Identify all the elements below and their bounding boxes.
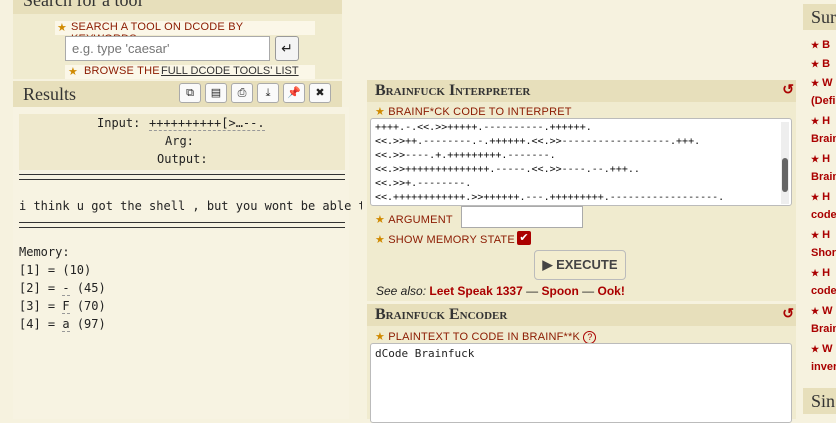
- input-value: ++++++++++[>…--.: [149, 116, 265, 131]
- sidebar-link-cont[interactable]: (Defi: [811, 95, 835, 107]
- argument-label: ★ ARGUMENT: [375, 214, 453, 226]
- right-sidebar: Sur ★ B ★ B ★ W (Defi ★ H Brain ★ H Brai…: [803, 0, 836, 419]
- sidebar-link[interactable]: ★ H: [811, 191, 830, 203]
- memory-row: [1] = (10): [19, 263, 92, 277]
- results-body: Input: ++++++++++[>…--. Arg: Output: i t…: [13, 107, 474, 419]
- sidebar-link-cont[interactable]: code: [811, 285, 836, 297]
- star-icon: ★: [375, 234, 385, 246]
- sidebar-link[interactable]: ★ H: [811, 229, 830, 241]
- enter-icon: ↵: [281, 40, 293, 56]
- copy-all-button[interactable]: ▤: [205, 83, 227, 103]
- browse-tools-line: ★ BROWSE THE FULL DCODE TOOLS' LIST: [65, 65, 315, 79]
- see-also: See also: Leet Speak 1337 — Spoon — Ook!: [376, 284, 625, 298]
- pin-icon: 📌: [287, 87, 301, 99]
- sidebar-link-cont[interactable]: code: [811, 209, 836, 221]
- encoder-title: Brainfuck Encoder: [375, 306, 508, 323]
- link-spoon[interactable]: Spoon: [541, 284, 578, 298]
- search-submit-button[interactable]: ↵: [275, 36, 299, 61]
- download-button[interactable]: ⤓: [257, 83, 279, 103]
- close-icon: ✖: [315, 87, 325, 99]
- print-icon: ⎙: [237, 87, 247, 99]
- plaintext-textarea[interactable]: dCode Brainfuck: [370, 343, 792, 423]
- code-scrollbar[interactable]: [781, 122, 789, 204]
- sidebar-link-cont[interactable]: Brain: [811, 133, 836, 145]
- plaintext-label: ★ PLAINTEXT TO CODE IN BRAINF**K ?: [375, 329, 597, 344]
- reset-icon[interactable]: ↺: [782, 81, 794, 98]
- memory-row: [4] = a (97): [19, 317, 106, 332]
- sidebar-header-2: Sin: [803, 388, 836, 414]
- search-input[interactable]: [65, 36, 270, 61]
- sidebar-link[interactable]: ★ H: [811, 267, 830, 279]
- sidebar-link-cont[interactable]: Shor: [811, 247, 836, 259]
- left-column: Search for a tool ★ SEARCH A TOOL ON DCO…: [0, 0, 474, 419]
- sidebar-link-cont[interactable]: Brain: [811, 323, 836, 335]
- link-leet-speak[interactable]: Leet Speak 1337: [429, 284, 522, 298]
- memory-state-label: ★ SHOW MEMORY STATE: [375, 234, 515, 246]
- sidebar-link[interactable]: ★ H: [811, 115, 830, 127]
- star-icon: ★: [375, 106, 385, 118]
- copy-button[interactable]: ⧉: [179, 83, 201, 103]
- memory-row: [3] = F (70): [19, 299, 106, 314]
- copy-all-icon: ▤: [210, 87, 222, 99]
- sidebar-link[interactable]: ★ W: [811, 305, 833, 317]
- search-panel: Search for a tool ★ SEARCH A TOOL ON DCO…: [13, 0, 342, 79]
- output-label: Output:: [157, 152, 208, 166]
- interpreter-title: Brainfuck Interpreter: [375, 82, 531, 99]
- interpreter-header: Brainfuck Interpreter ↺: [367, 80, 796, 102]
- sidebar-link[interactable]: ★ W: [811, 343, 833, 355]
- close-button[interactable]: ✖: [309, 83, 331, 103]
- memory-row: [2] = - (45): [19, 281, 106, 296]
- results-title: Results: [23, 84, 77, 104]
- code-label: ★ BRAINF*CK CODE TO INTERPRET: [375, 106, 572, 118]
- print-button[interactable]: ⎙: [231, 83, 253, 103]
- execute-button[interactable]: ▶ EXECUTE: [534, 250, 626, 280]
- encoder-header: Brainfuck Encoder ↺: [367, 304, 796, 326]
- copy-icon: ⧉: [186, 87, 194, 99]
- sidebar-header: Sur: [803, 4, 836, 30]
- sidebar-link[interactable]: ★ B: [811, 58, 830, 70]
- search-title: Search for a tool: [13, 0, 342, 14]
- memory-label: Memory:: [19, 245, 70, 259]
- sidebar-link[interactable]: ★ W: [811, 77, 833, 89]
- sidebar-link-cont[interactable]: Brain: [811, 171, 836, 183]
- scroll-thumb[interactable]: [782, 158, 788, 192]
- sidebar-link[interactable]: ★ B: [811, 39, 830, 51]
- search-keywords-label: ★ SEARCH A TOOL ON DCODE BY KEYWORDS:: [55, 21, 315, 45]
- argument-input[interactable]: [461, 206, 583, 228]
- sidebar-link-cont[interactable]: inver: [811, 361, 836, 373]
- interpreter-panel: Brainfuck Interpreter ↺ ★ BRAINF*CK CODE…: [367, 80, 796, 301]
- divider: [19, 222, 345, 228]
- results-header: Results ⧉ ▤ ⎙ ⤓ 📌 ✖: [13, 81, 342, 107]
- encoder-panel: Brainfuck Encoder ↺ ★ PLAINTEXT TO CODE …: [367, 304, 796, 423]
- arg-label: Arg:: [165, 134, 194, 148]
- download-icon: ⤓: [265, 87, 271, 99]
- browse-tools-link[interactable]: FULL DCODE TOOLS' LIST: [161, 65, 299, 77]
- memory-state-checkbox[interactable]: ✔: [517, 231, 531, 245]
- star-icon: ★: [375, 331, 385, 343]
- star-icon: ★: [68, 66, 78, 78]
- link-ook[interactable]: Ook!: [598, 284, 625, 298]
- code-textarea[interactable]: ++++.-.<<.>>+++++.----------.++++++. <<.…: [370, 118, 792, 206]
- star-icon: ★: [375, 214, 385, 226]
- sidebar-link[interactable]: ★ H: [811, 153, 830, 165]
- divider: [19, 174, 345, 180]
- reset-icon[interactable]: ↺: [782, 305, 794, 322]
- input-label: Input:: [97, 116, 141, 130]
- pin-button[interactable]: 📌: [283, 83, 305, 103]
- memory-list: [1] = (10) [2] = - (45) [3] = F (70) [4]…: [19, 263, 106, 335]
- results-panel: Results ⧉ ▤ ⎙ ⤓ 📌 ✖ Input: ++++++++++[>……: [13, 81, 474, 419]
- star-icon: ★: [57, 22, 67, 34]
